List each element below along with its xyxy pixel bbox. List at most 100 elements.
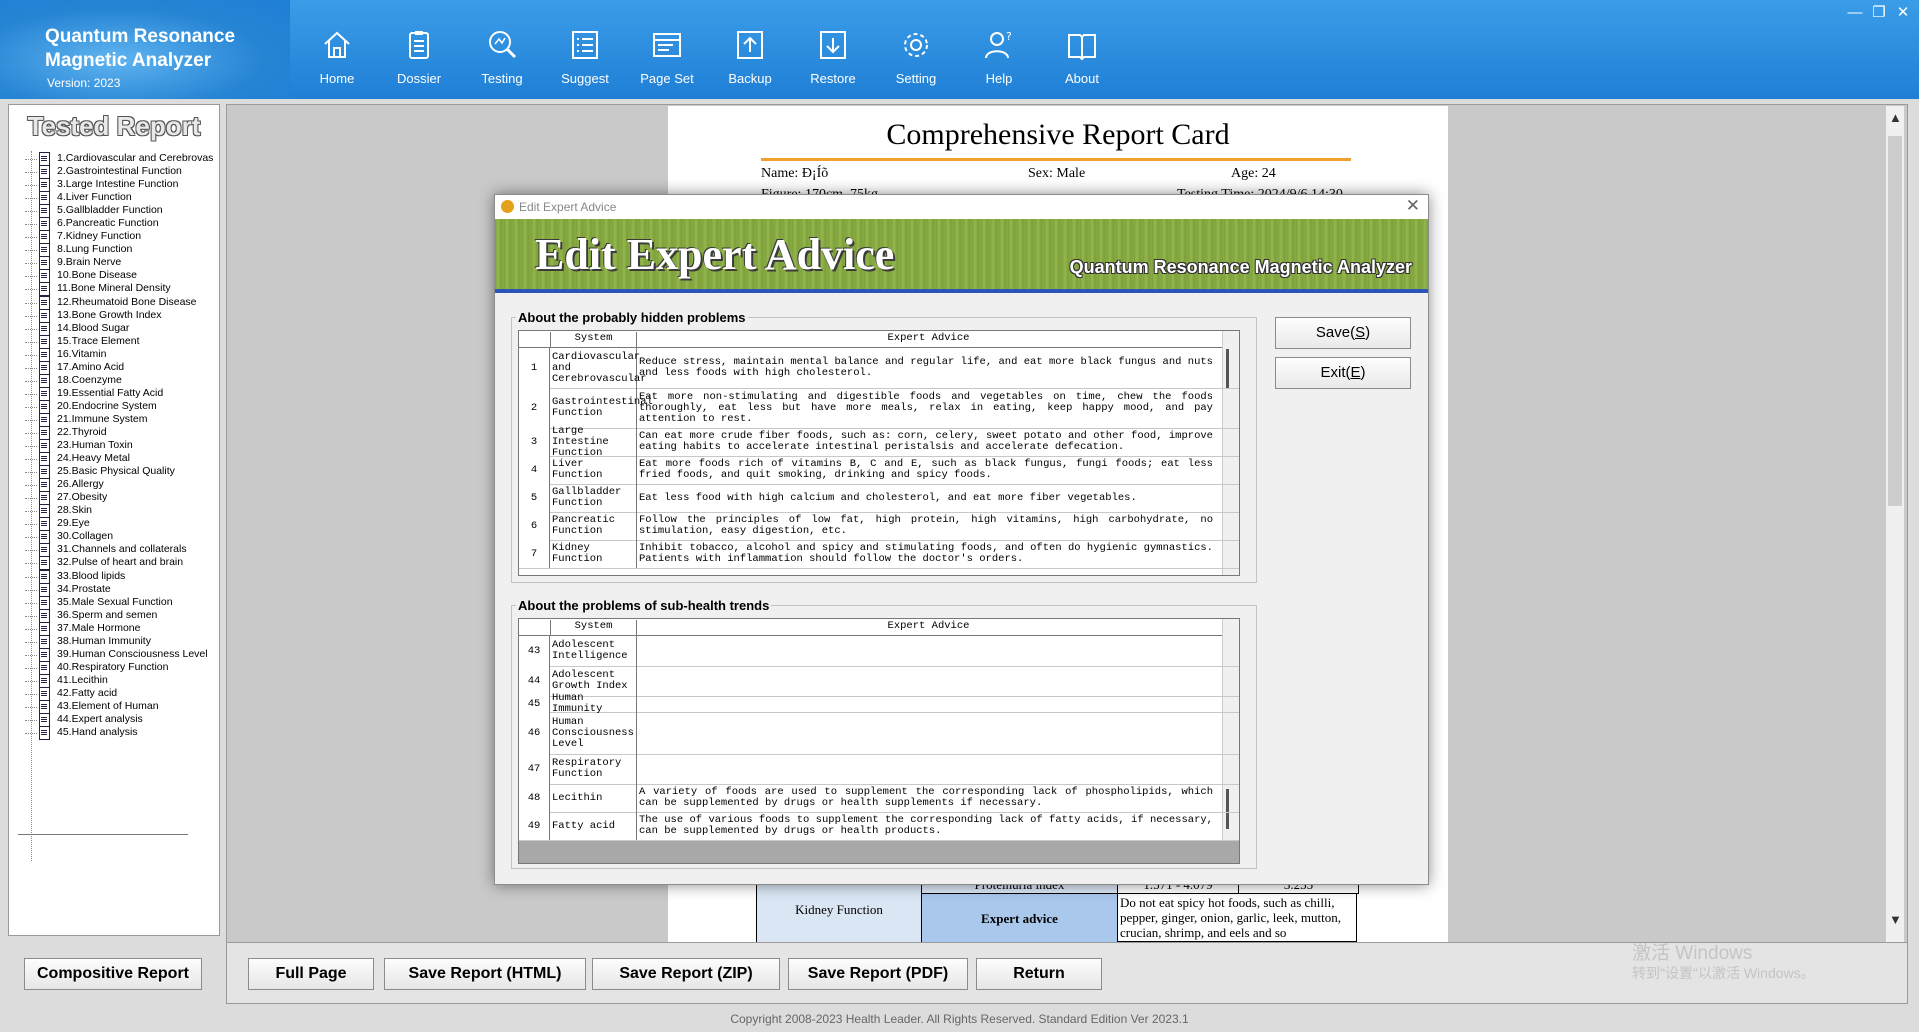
tree-item[interactable]: 14.Blood Sugar bbox=[15, 321, 219, 336]
return-button[interactable]: Return bbox=[976, 958, 1102, 990]
tree-item[interactable]: 33.Blood lipids bbox=[15, 569, 219, 584]
row-advice[interactable]: Eat more non-stimulating and digestible … bbox=[639, 388, 1213, 428]
tree-item[interactable]: 26.Allergy bbox=[15, 477, 219, 493]
tree-item[interactable]: 45.Hand analysis bbox=[15, 725, 219, 741]
save-report-zip-button[interactable]: Save Report (ZIP) bbox=[592, 958, 780, 990]
tree-item[interactable]: 43.Element of Human bbox=[15, 699, 219, 714]
tree-item[interactable]: 40.Respiratory Function bbox=[15, 660, 219, 675]
tree-item[interactable]: 15.Trace Element bbox=[15, 334, 219, 349]
dialog-close-icon[interactable]: ✕ bbox=[1406, 196, 1420, 216]
grid-row[interactable]: 46 Human Consciousness Level bbox=[519, 712, 1239, 755]
tree-item[interactable]: 38.Human Immunity bbox=[15, 634, 219, 649]
tree-item[interactable]: 44.Expert analysis bbox=[15, 712, 219, 728]
grid-row[interactable]: 1 Cardiovascular and Cerebrovascular Reduc… bbox=[519, 348, 1239, 389]
restore-window-button[interactable]: ❐ bbox=[1866, 2, 1892, 24]
compositive-report-button[interactable]: Compositive Report bbox=[24, 958, 202, 990]
close-window-button[interactable]: ✕ bbox=[1890, 2, 1916, 24]
tree-item[interactable]: 6.Pancreatic Function bbox=[15, 216, 219, 232]
grid-row[interactable]: 6 Pancreatic Function Follow the principle… bbox=[519, 512, 1239, 541]
report-scrollbar[interactable]: ▲ ▼ bbox=[1886, 106, 1904, 942]
row-advice[interactable] bbox=[639, 712, 1213, 754]
nav-about[interactable]: About bbox=[1047, 28, 1117, 90]
tree-item[interactable]: 41.Lecithin bbox=[15, 673, 219, 688]
nav-testing[interactable]: Testing bbox=[467, 28, 537, 90]
save-report-pdf-button[interactable]: Save Report (PDF) bbox=[788, 958, 968, 990]
tree-item[interactable]: 31.Channels and collaterals bbox=[15, 542, 219, 558]
grid-row[interactable]: 47 Respiratory Function bbox=[519, 754, 1239, 785]
tree-item[interactable]: 13.Bone Growth Index bbox=[15, 308, 219, 323]
row-advice[interactable] bbox=[639, 666, 1213, 696]
grid-row[interactable]: 7 Kidney Function Inhibit tobacco, alcohol… bbox=[519, 540, 1239, 569]
tree-item[interactable]: 37.Male Hormone bbox=[15, 621, 219, 636]
tree-item[interactable]: 22.Thyroid bbox=[15, 425, 219, 440]
tree-item[interactable]: 4.Liver Function bbox=[15, 190, 219, 206]
tree-item[interactable]: 24.Heavy Metal bbox=[15, 451, 219, 467]
row-advice[interactable]: Inhibit tobacco, alcohol and spicy and s… bbox=[639, 540, 1213, 568]
tree-item[interactable]: 10.Bone Disease bbox=[15, 268, 219, 284]
grid-row[interactable]: 48 Lecithin A variety of foods are used to… bbox=[519, 784, 1239, 813]
tree-item[interactable]: 7.Kidney Function bbox=[15, 229, 219, 245]
tree-item[interactable]: 9.Brain Nerve bbox=[15, 255, 219, 271]
tree-item[interactable]: 2.Gastrointestinal Function bbox=[15, 164, 219, 180]
nav-backup[interactable]: Backup bbox=[715, 28, 785, 90]
grid-row[interactable]: 4 Liver Function Eat more foods rich of vi… bbox=[519, 456, 1239, 485]
full-page-button[interactable]: Full Page bbox=[248, 958, 374, 990]
grid-row[interactable]: 5 Gallbladder Function Eat less food with … bbox=[519, 484, 1239, 513]
tree-item[interactable]: 28.Skin bbox=[15, 503, 219, 519]
tree-item[interactable]: 1.Cardiovascular and Cerebrovas bbox=[15, 151, 219, 166]
scroll-up-icon[interactable]: ▲ bbox=[1889, 110, 1902, 125]
tree-item[interactable]: 30.Collagen bbox=[15, 529, 219, 545]
tree-item[interactable]: 18.Coenzyme bbox=[15, 373, 219, 388]
row-advice[interactable]: Reduce stress, maintain mental balance a… bbox=[639, 348, 1213, 388]
tree-item[interactable]: 39.Human Consciousness Level bbox=[15, 647, 219, 662]
tree-item[interactable]: 8.Lung Function bbox=[15, 242, 219, 258]
nav-restore[interactable]: Restore bbox=[798, 28, 868, 90]
row-advice[interactable] bbox=[639, 636, 1213, 666]
tree-item[interactable]: 34.Prostate bbox=[15, 582, 219, 597]
nav-suggest[interactable]: Suggest bbox=[550, 28, 620, 90]
tree-item[interactable]: 3.Large Intestine Function bbox=[15, 177, 219, 193]
nav-home[interactable]: Home bbox=[302, 28, 372, 90]
row-advice[interactable]: The use of various foods to supplement t… bbox=[639, 812, 1213, 840]
tree-item[interactable]: 11.Bone Mineral Density bbox=[15, 281, 219, 297]
tree-item[interactable]: 19.Essential Fatty Acid bbox=[15, 386, 219, 401]
minimize-button[interactable]: — bbox=[1842, 2, 1868, 24]
tree-item[interactable]: 25.Basic Physical Quality bbox=[15, 464, 219, 480]
tree-item[interactable]: 42.Fatty acid bbox=[15, 686, 219, 701]
tree-item[interactable]: 36.Sperm and semen bbox=[15, 608, 219, 623]
tree-item[interactable]: 32.Pulse of heart and brain bbox=[15, 555, 219, 571]
tree-item[interactable]: 20.Endocrine System bbox=[15, 399, 219, 414]
tree-item[interactable]: 5.Gallbladder Function bbox=[15, 203, 219, 219]
row-advice[interactable]: Can eat more crude fiber foods, such as:… bbox=[639, 428, 1213, 456]
tree-item[interactable]: 29.Eye bbox=[15, 516, 219, 532]
tree-item[interactable]: 17.Amino Acid bbox=[15, 360, 219, 375]
save-button[interactable]: Save(S) bbox=[1275, 317, 1411, 349]
scroll-down-icon[interactable]: ▼ bbox=[1889, 912, 1902, 927]
nav-help[interactable]: ? Help bbox=[964, 28, 1034, 90]
grid-row[interactable]: 3 Large Intestine Function Can eat more cr… bbox=[519, 425, 1239, 458]
tree-item[interactable]: 21.Immune System bbox=[15, 412, 219, 427]
save-report-html-button[interactable]: Save Report (HTML) bbox=[384, 958, 586, 990]
row-advice[interactable]: A variety of foods are used to supplemen… bbox=[639, 784, 1213, 812]
sub-health-grid[interactable]: System Expert Advice 43 Adolescent Intell… bbox=[518, 618, 1240, 864]
tree-item[interactable]: 23.Human Toxin bbox=[15, 438, 219, 454]
tree-item[interactable]: 12.Rheumatoid Bone Disease bbox=[15, 295, 219, 310]
grid-row[interactable]: 49 Fatty acid The use of various foods to … bbox=[519, 812, 1239, 841]
scroll-thumb[interactable] bbox=[1888, 136, 1902, 506]
nav-page-set[interactable]: Page Set bbox=[632, 28, 702, 90]
nav-setting[interactable]: Setting bbox=[881, 28, 951, 90]
row-advice[interactable]: Follow the principles of low fat, high p… bbox=[639, 512, 1213, 540]
grid-row[interactable]: 43 Adolescent Intelligence bbox=[519, 636, 1239, 667]
row-advice[interactable]: Eat more foods rich of vitamins B, C and… bbox=[639, 456, 1213, 484]
grid-row[interactable]: 2 Gastrointestinal Function Eat more non-s… bbox=[519, 388, 1239, 429]
tree-item[interactable]: 27.Obesity bbox=[15, 490, 219, 506]
tree-item[interactable]: 16.Vitamin bbox=[15, 347, 219, 362]
hidden-problems-grid[interactable]: System Expert Advice 1 Cardiovascular and… bbox=[518, 330, 1240, 576]
nav-dossier[interactable]: Dossier bbox=[384, 28, 454, 90]
exit-button[interactable]: Exit(E) bbox=[1275, 357, 1411, 389]
row-advice[interactable] bbox=[639, 754, 1213, 784]
row-advice[interactable]: Eat less food with high calcium and chol… bbox=[639, 484, 1213, 512]
grid-row[interactable]: 45 Human Immunity bbox=[519, 693, 1239, 715]
row-advice[interactable] bbox=[639, 696, 1213, 712]
tree-item[interactable]: 35.Male Sexual Function bbox=[15, 595, 219, 610]
